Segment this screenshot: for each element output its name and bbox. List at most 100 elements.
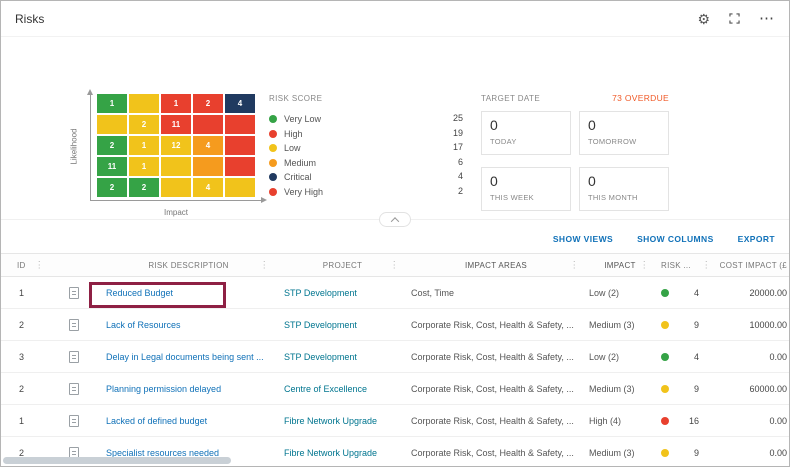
legend-item[interactable]: Very Low: [269, 112, 323, 127]
risk-description-link[interactable]: Lacked of defined budget: [106, 416, 207, 426]
matrix-cell[interactable]: 1: [97, 94, 127, 113]
project-link[interactable]: STP Development: [284, 288, 357, 298]
toolbar-link-show-views[interactable]: SHOW VIEWS: [553, 234, 613, 244]
collapse-toggle[interactable]: [379, 212, 411, 227]
table-row[interactable]: 1 Reduced Budget STP Development Cost, Time…: [1, 277, 789, 309]
column-menu-icon[interactable]: ⋮: [570, 261, 579, 270]
matrix-cell[interactable]: 2: [193, 94, 223, 113]
risk-score-dot: [661, 416, 669, 425]
column-header[interactable]: RISK ... ⋮: [651, 261, 713, 270]
legend-item[interactable]: Critical: [269, 170, 323, 185]
open-item-icon[interactable]: [68, 318, 79, 331]
project-link[interactable]: Fibre Network Upgrade: [284, 416, 377, 426]
matrix-cell[interactable]: 2: [129, 115, 159, 134]
risk-description-link[interactable]: Planning permission delayed: [106, 384, 221, 394]
table-row[interactable]: 2 Lack of Resources STP Development Corpora…: [1, 309, 789, 341]
risk-score-dot: [661, 288, 669, 297]
matrix-cell[interactable]: 2: [97, 178, 127, 197]
column-header[interactable]: PROJECT ⋮: [271, 261, 401, 270]
open-item-icon[interactable]: [68, 350, 79, 363]
project-link[interactable]: Fibre Network Upgrade: [284, 448, 377, 458]
matrix-cell[interactable]: [225, 178, 255, 197]
matrix-cell[interactable]: [193, 115, 223, 134]
matrix-cell[interactable]: [225, 136, 255, 155]
risk-description-link[interactable]: Reduced Budget: [106, 288, 173, 298]
risk-score: 9: [693, 447, 699, 458]
table-row[interactable]: 2 Planning permission delayed Centre of Ex…: [1, 373, 789, 405]
settings-icon[interactable]: ⚙: [697, 12, 710, 26]
fit-screen-icon[interactable]: [728, 12, 741, 25]
legend-count: 2: [457, 185, 463, 196]
impact-areas: Cost, Time: [411, 287, 455, 298]
matrix-cell[interactable]: [225, 157, 255, 176]
column-header[interactable]: IMPACT AREAS ⋮: [401, 261, 581, 270]
matrix-cell[interactable]: 1: [129, 136, 159, 155]
horizontal-scrollbar[interactable]: [3, 457, 231, 464]
legend-item[interactable]: High: [269, 127, 323, 142]
impact-areas: Corporate Risk, Cost, Health & Safety, .…: [411, 447, 574, 458]
matrix-cell[interactable]: [225, 115, 255, 134]
matrix-cell[interactable]: 4: [225, 94, 255, 113]
matrix-cell[interactable]: 4: [193, 178, 223, 197]
project-link[interactable]: STP Development: [284, 352, 357, 362]
legend-counts: 25 19 17 6 4 2: [435, 111, 463, 198]
matrix-cell[interactable]: [161, 157, 191, 176]
risks-table: ID ⋮ RISK DESCRIPTION ⋮ PROJECT ⋮ IMPACT AREAS…: [1, 253, 789, 466]
matrix-cell[interactable]: [97, 115, 127, 134]
impact-value: Low (2): [589, 351, 620, 362]
impact-areas: Corporate Risk, Cost, Health & Safety, .…: [411, 415, 574, 426]
risk-score: 9: [693, 383, 699, 394]
column-menu-icon[interactable]: ⋮: [260, 260, 269, 271]
matrix-cell[interactable]: 2: [129, 178, 159, 197]
risk-score-dot: [661, 320, 669, 329]
cost-impact: 20000.00: [749, 287, 787, 298]
project-link[interactable]: STP Development: [284, 320, 357, 330]
target-label: TODAY: [490, 137, 517, 146]
matrix-cell[interactable]: 2: [97, 136, 127, 155]
open-item-icon[interactable]: [68, 286, 79, 299]
project-link[interactable]: Centre of Excellence: [284, 384, 367, 394]
legend-count: 6: [457, 156, 463, 167]
legend-item[interactable]: Medium: [269, 156, 323, 171]
legend-item[interactable]: Very High: [269, 185, 323, 200]
matrix-cell[interactable]: [129, 94, 159, 113]
open-item-icon[interactable]: [68, 382, 79, 395]
table-row[interactable]: 1 Lacked of defined budget Fibre Network U…: [1, 405, 789, 437]
risk-score-dot: [661, 384, 669, 393]
column-header[interactable]: COST IMPACT (£: [713, 261, 789, 270]
column-menu-icon[interactable]: ⋮: [35, 260, 44, 271]
risk-description-link[interactable]: Delay in Legal documents being sent ...: [106, 352, 264, 362]
column-menu-icon[interactable]: ⋮: [390, 261, 399, 270]
matrix-cell[interactable]: [161, 178, 191, 197]
legend-item[interactable]: Low: [269, 141, 323, 156]
matrix-cell[interactable]: 1: [161, 94, 191, 113]
cost-impact: 0.00: [769, 447, 787, 458]
impact-value: High (4): [589, 415, 622, 426]
legend-dot: [269, 144, 277, 153]
matrix-cell[interactable]: [193, 157, 223, 176]
open-item-icon[interactable]: [68, 414, 79, 427]
risk-description-link[interactable]: Lack of Resources: [106, 320, 181, 330]
more-icon[interactable]: ⋯: [759, 11, 775, 26]
cost-impact: 0.00: [769, 415, 787, 426]
risk-score: 4: [693, 287, 699, 298]
column-header[interactable]: RISK DESCRIPTION ⋮: [91, 260, 271, 271]
matrix-cell[interactable]: 11: [97, 157, 127, 176]
legend-label: Very Low: [284, 114, 322, 125]
impact-areas: Corporate Risk, Cost, Health & Safety, .…: [411, 383, 574, 394]
risk-description-link[interactable]: Specialist resources needed: [106, 448, 219, 458]
matrix-cell[interactable]: 12: [161, 136, 191, 155]
risk-matrix-grid: 1 1 2 4 2 11 2 1 12 4 11 1 2 2 4: [97, 94, 255, 197]
column-menu-icon[interactable]: ⋮: [640, 261, 649, 270]
table-row[interactable]: 3 Delay in Legal documents being sent ...…: [1, 341, 789, 373]
matrix-cell[interactable]: 11: [161, 115, 191, 134]
matrix-cell[interactable]: 4: [193, 136, 223, 155]
column-header[interactable]: ID ⋮: [1, 260, 56, 271]
toolbar-link-export[interactable]: EXPORT: [738, 234, 775, 244]
overdue-badge[interactable]: 73 OVERDUE: [612, 93, 669, 103]
column-header-label: PROJECT: [322, 260, 363, 270]
toolbar-link-show-columns[interactable]: SHOW COLUMNS: [637, 234, 714, 244]
column-header[interactable]: IMPACT ⋮: [581, 261, 651, 270]
matrix-cell[interactable]: 1: [129, 157, 159, 176]
column-menu-icon[interactable]: ⋮: [702, 261, 711, 270]
